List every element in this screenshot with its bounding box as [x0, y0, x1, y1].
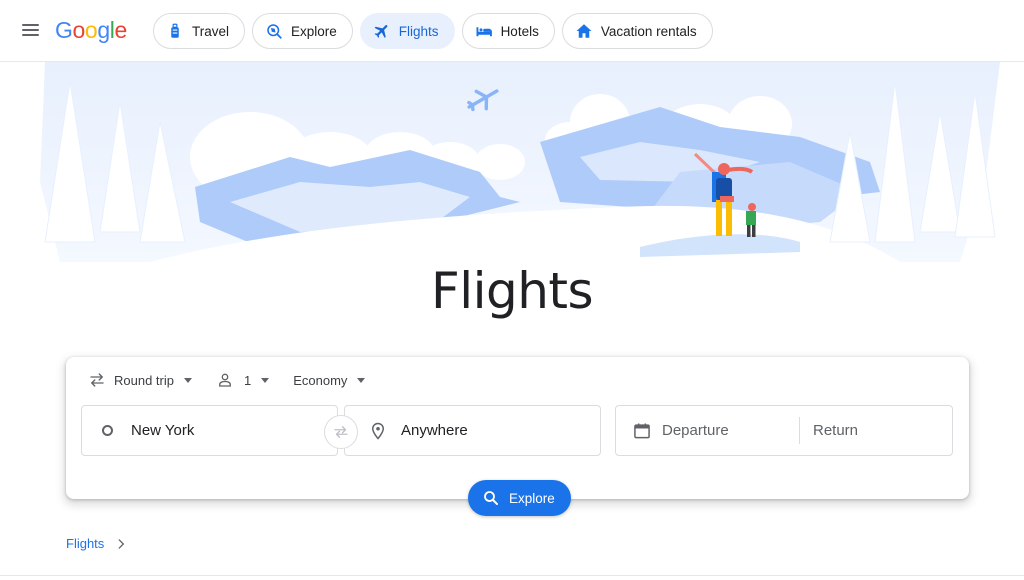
explore-button-label: Explore	[509, 490, 555, 506]
destination-value: Anywhere	[401, 422, 468, 439]
chevron-right-icon	[118, 538, 125, 549]
swap-origin-destination-button[interactable]	[324, 415, 358, 449]
search-icon	[484, 491, 498, 505]
breadcrumb[interactable]: Flights	[66, 536, 128, 551]
trip-type-select[interactable]: Round trip	[88, 371, 192, 389]
destination-field[interactable]: Anywhere	[344, 405, 601, 456]
swap-arrows-icon	[90, 373, 104, 387]
page-divider	[0, 575, 1024, 576]
tab-travel-label: Travel	[192, 23, 230, 39]
tab-travel[interactable]: Travel	[153, 13, 246, 49]
chevron-down-icon	[261, 377, 270, 383]
logo-letter: g	[97, 17, 110, 43]
swap-arrows-icon	[334, 426, 348, 438]
return-date-field[interactable]: Return	[800, 422, 858, 439]
dates-field: Departure Return	[615, 405, 953, 456]
trip-type-value: Round trip	[114, 372, 174, 388]
search-options-row: Round trip 1 Economy	[88, 371, 389, 389]
calendar-icon	[634, 423, 650, 438]
logo-letter: e	[114, 17, 127, 43]
travel-nav: Travel Explore Flights Hotels Vacation r…	[153, 13, 713, 49]
origin-field[interactable]: New York	[81, 405, 338, 456]
tab-flights-label: Flights	[398, 23, 439, 39]
bed-icon	[476, 27, 492, 37]
tab-vacation-rentals[interactable]: Vacation rentals	[561, 13, 713, 49]
logo-letter: o	[84, 17, 98, 43]
location-pin-icon	[371, 422, 385, 440]
tab-hotels[interactable]: Hotels	[461, 13, 555, 49]
tab-flights[interactable]: Flights	[359, 13, 455, 49]
tab-explore-label: Explore	[291, 23, 337, 39]
passengers-value: 1	[243, 372, 252, 388]
tab-hotels-label: Hotels	[500, 23, 539, 39]
explore-icon	[267, 24, 282, 39]
cabin-class-select[interactable]: Economy	[293, 372, 366, 388]
page-title: Flights	[430, 262, 594, 320]
passengers-select[interactable]: 1	[216, 371, 270, 389]
explore-button[interactable]: Explore	[468, 480, 571, 516]
breadcrumb-flights-link[interactable]: Flights	[66, 536, 104, 551]
flight-search-card: Round trip 1 Economy New York Anywhere D…	[66, 357, 969, 516]
origin-circle-icon	[102, 425, 113, 436]
google-logo[interactable]: Google	[55, 17, 127, 44]
airplane-icon	[374, 25, 388, 38]
mountain-landscape-illustration	[40, 62, 1000, 262]
departure-placeholder: Departure	[662, 422, 729, 439]
luggage-icon	[171, 23, 179, 38]
origin-value: New York	[131, 422, 195, 439]
cabin-class-value: Economy	[293, 372, 348, 388]
tab-explore[interactable]: Explore	[252, 13, 353, 49]
hero-illustration	[0, 62, 1024, 262]
chevron-down-icon	[357, 377, 366, 383]
house-icon	[576, 24, 592, 38]
logo-letter: G	[55, 17, 73, 43]
top-app-bar: Google Travel Explore Flights Hotels Vac…	[0, 0, 1024, 62]
main-menu-icon[interactable]	[18, 19, 42, 43]
logo-letter: o	[72, 17, 86, 43]
person-icon	[219, 373, 231, 387]
departure-date-field[interactable]: Departure	[616, 406, 799, 455]
return-placeholder: Return	[813, 422, 859, 439]
tab-vacation-rentals-label: Vacation rentals	[600, 23, 697, 39]
chevron-down-icon	[183, 377, 192, 383]
